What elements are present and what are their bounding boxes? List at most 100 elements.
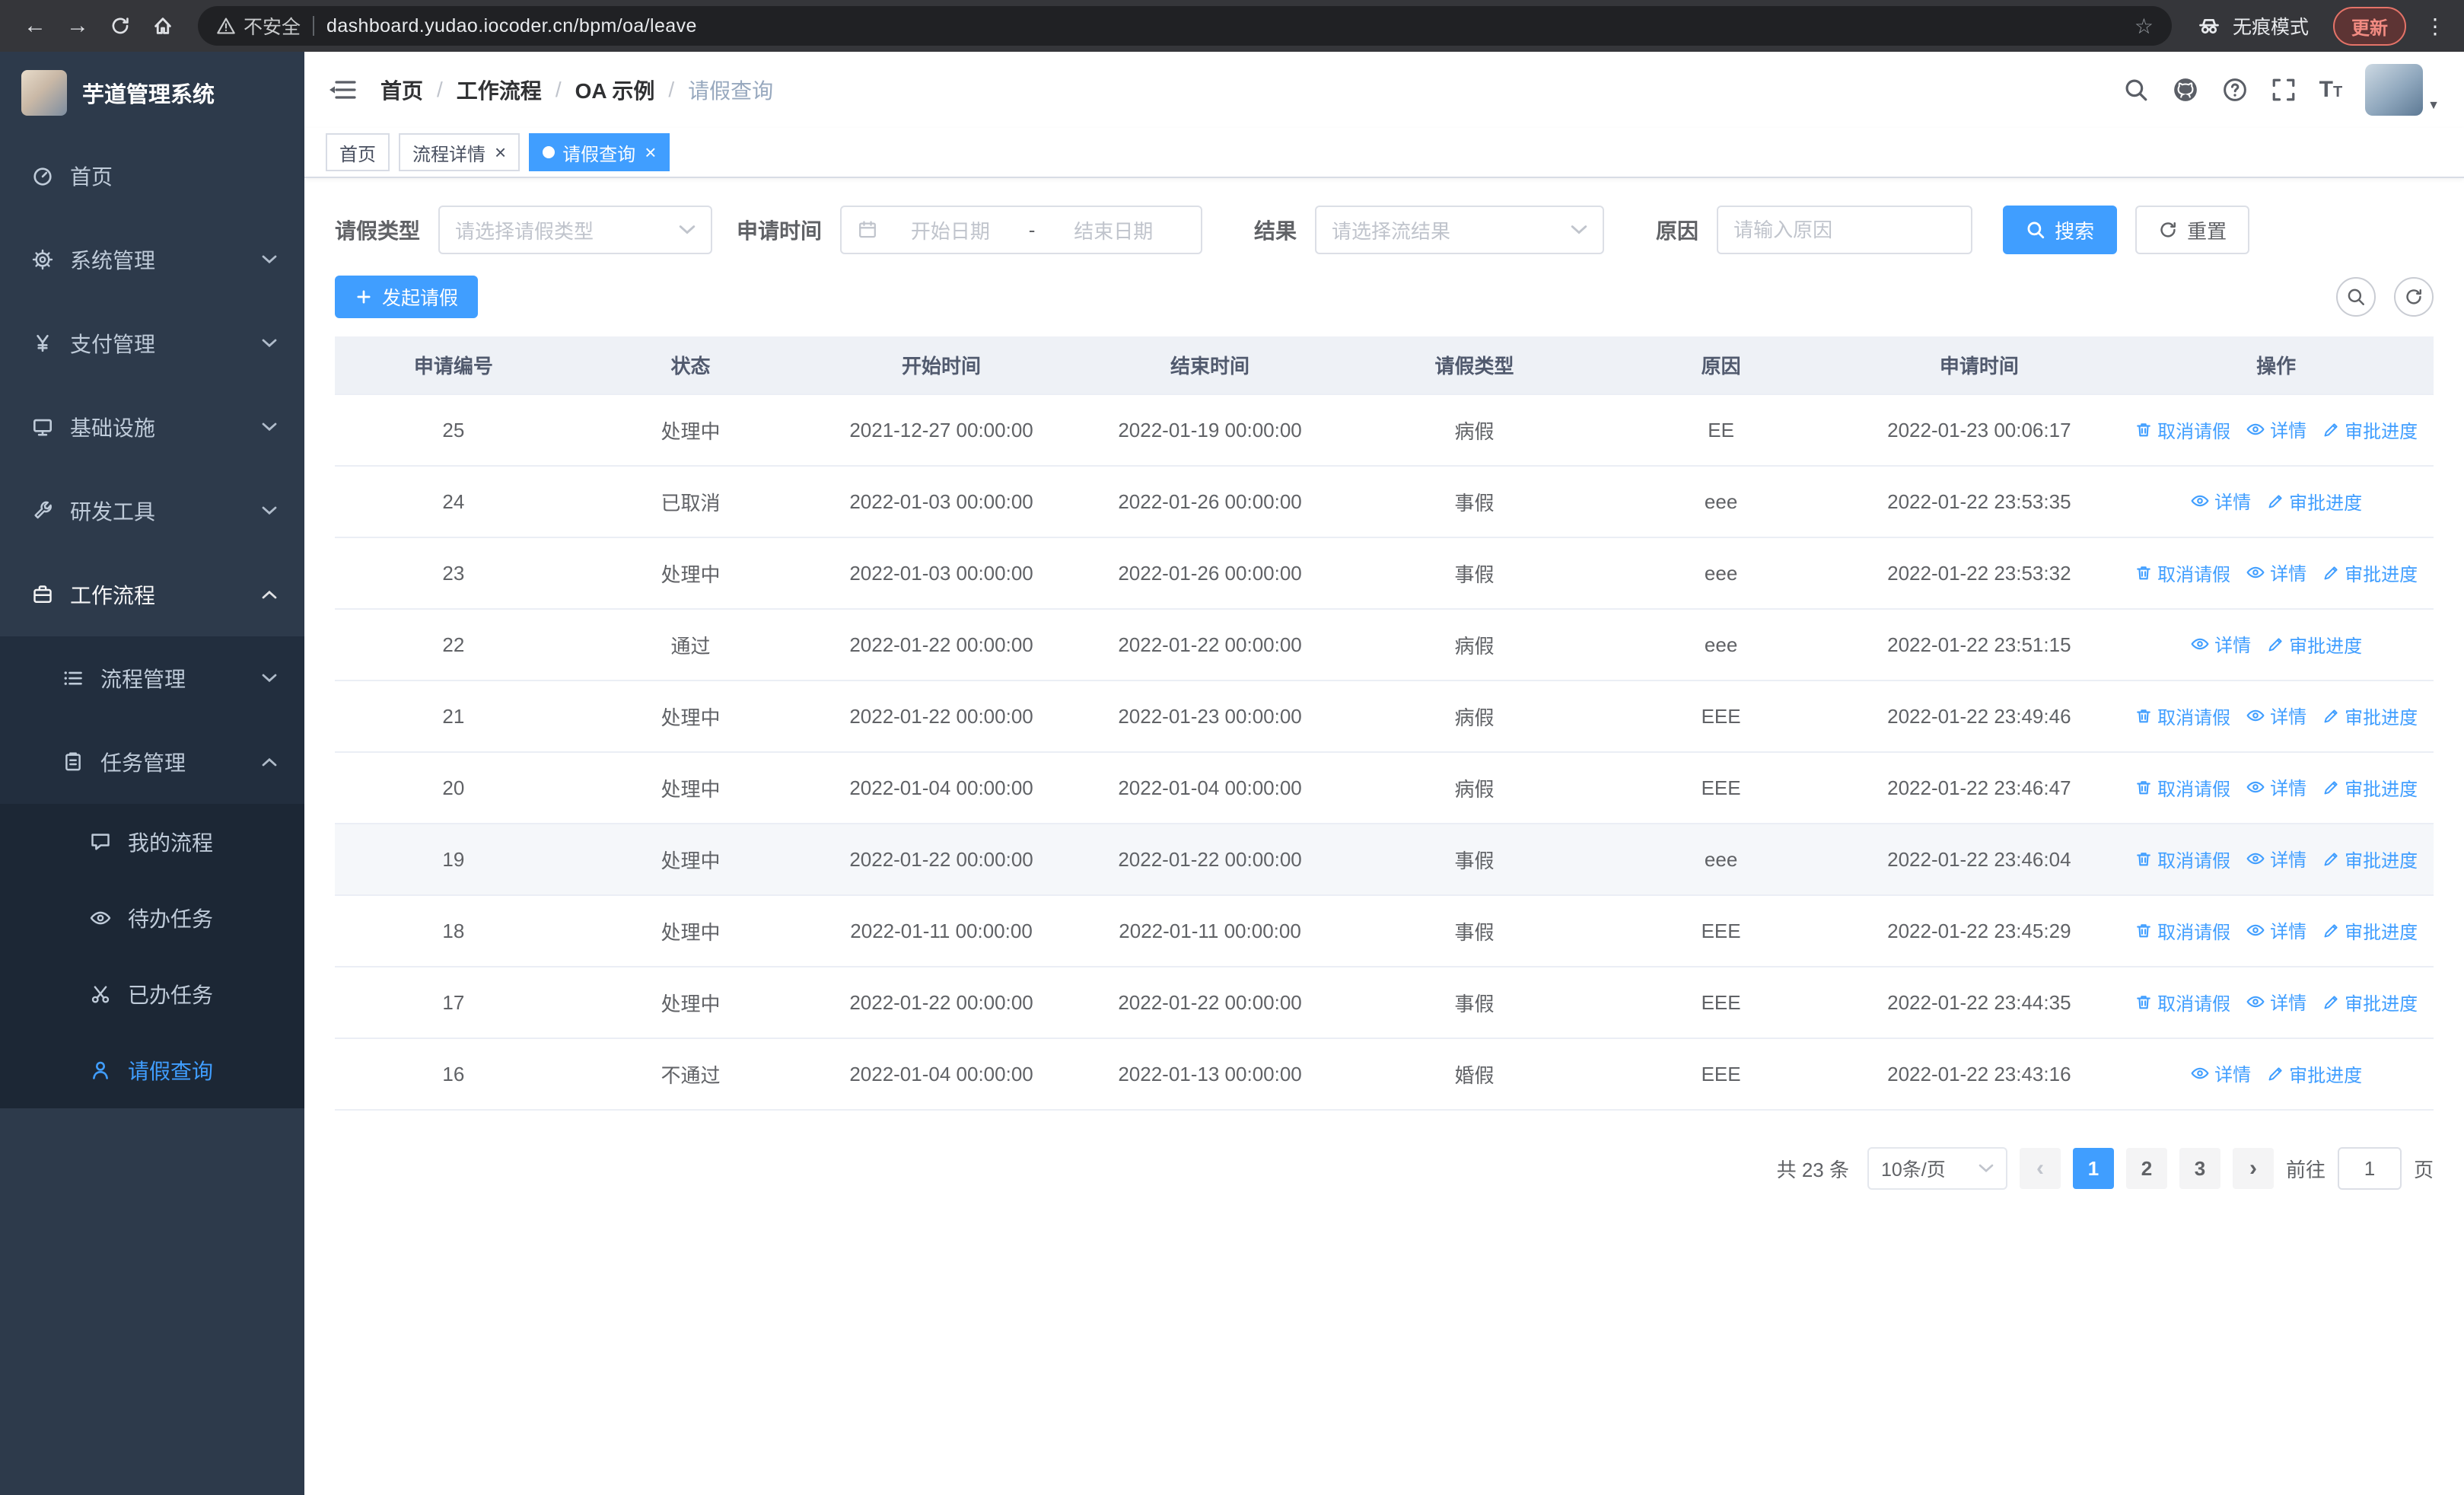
approval-progress-link[interactable]: 审批进度 (2266, 1060, 2362, 1087)
approval-progress-link[interactable]: 审批进度 (2322, 559, 2418, 586)
detail-link[interactable]: 详情 (2246, 845, 2306, 872)
cancel-leave-link[interactable]: 取消请假 (2135, 989, 2230, 1015)
home-icon (154, 18, 171, 34)
fullscreen-icon[interactable] (2271, 77, 2297, 103)
security-status[interactable]: 不安全 (216, 12, 301, 40)
create-leave-button[interactable]: 发起请假 (335, 276, 479, 318)
detail-link[interactable]: 详情 (2246, 773, 2306, 800)
detail-link[interactable]: 详情 (2190, 1060, 2251, 1086)
help-icon[interactable] (2222, 77, 2248, 103)
sidebar-item-done-tasks[interactable]: 已办任务 (0, 956, 304, 1032)
toggle-search-button[interactable] (2336, 277, 2376, 317)
update-button[interactable]: 更新 (2333, 6, 2406, 46)
search-icon[interactable] (2123, 77, 2149, 103)
collapse-sidebar-button[interactable] (329, 78, 356, 101)
page-size-select[interactable]: 10条/页 (1867, 1147, 2007, 1190)
sidebar-item-todo-tasks[interactable]: 待办任务 (0, 880, 304, 956)
plus-icon (355, 288, 373, 306)
breadcrumb-separator: / (437, 78, 443, 101)
sidebar-item-leave-query[interactable]: 请假查询 (0, 1032, 304, 1108)
reset-button[interactable]: 重置 (2135, 206, 2250, 254)
forward-button[interactable]: → (58, 6, 97, 46)
breadcrumb-item[interactable]: 工作流程 (457, 75, 542, 105)
cell-status: 处理中 (571, 824, 810, 896)
sidebar-item-my-process[interactable]: 我的流程 (0, 804, 304, 880)
cell-actions: 取消请假 详情 审批进度 (2119, 967, 2434, 1039)
approval-progress-link[interactable]: 审批进度 (2322, 416, 2418, 443)
cell-end-time: 2022-01-22 00:00:00 (1073, 824, 1347, 896)
detail-link[interactable]: 详情 (2246, 916, 2306, 943)
incognito-badge: 无痕模式 (2187, 12, 2318, 40)
approval-progress-link[interactable]: 审批进度 (2322, 774, 2418, 801)
back-button[interactable]: ← (15, 6, 55, 46)
page-button-3[interactable]: 3 (2179, 1148, 2220, 1189)
bookmark-star-icon[interactable]: ☆ (2135, 14, 2154, 39)
close-icon[interactable]: × (495, 142, 506, 162)
detail-link[interactable]: 详情 (2246, 559, 2306, 585)
sidebar-item-process-management[interactable]: 流程管理 (0, 636, 304, 720)
leave-type-select[interactable]: 请选择请假类型 (438, 206, 713, 254)
breadcrumb-item[interactable]: 首页 (380, 75, 423, 105)
cell-end-time: 2022-01-22 00:00:00 (1073, 609, 1347, 681)
font-size-icon[interactable]: TT (2319, 78, 2343, 101)
result-select[interactable]: 请选择流结果 (1315, 206, 1605, 254)
sidebar-item-label: 已办任务 (128, 983, 214, 1007)
cancel-leave-link[interactable]: 取消请假 (2135, 703, 2230, 729)
tag-process-detail[interactable]: 流程详情 × (399, 133, 520, 171)
user-menu[interactable]: ▼ (2365, 64, 2440, 116)
apply-time-range-picker[interactable]: 开始日期 - 结束日期 (840, 206, 1203, 254)
breadcrumb-item[interactable]: OA 示例 (575, 75, 655, 105)
tag-home[interactable]: 首页 (326, 133, 390, 171)
page-button-2[interactable]: 2 (2125, 1148, 2167, 1189)
cancel-leave-link[interactable]: 取消请假 (2135, 917, 2230, 944)
cancel-leave-link[interactable]: 取消请假 (2135, 559, 2230, 586)
next-page-button[interactable]: › (2232, 1148, 2274, 1189)
search-button[interactable]: 搜索 (2003, 206, 2118, 254)
approval-progress-link[interactable]: 审批进度 (2322, 989, 2418, 1015)
address-bar[interactable]: 不安全 dashboard.yudao.iocoder.cn/bpm/oa/le… (198, 6, 2172, 46)
home-button[interactable] (143, 6, 183, 46)
hamburger-icon (329, 81, 356, 99)
breadcrumb-separator: / (555, 78, 562, 101)
approval-progress-link[interactable]: 审批进度 (2266, 488, 2362, 515)
reason-input[interactable] (1717, 206, 1973, 254)
eye-icon (2190, 1063, 2210, 1083)
cell-apply-id: 18 (335, 895, 572, 967)
approval-progress-link[interactable]: 审批进度 (2322, 846, 2418, 872)
start-date-placeholder: 开始日期 (910, 219, 990, 243)
detail-link[interactable]: 详情 (2246, 416, 2306, 442)
sidebar-item-task-management[interactable]: 任务管理 (0, 720, 304, 804)
sidebar-item-home[interactable]: 首页 (0, 134, 304, 218)
cell-apply-id: 19 (335, 824, 572, 896)
prev-page-button[interactable]: ‹ (2019, 1148, 2061, 1189)
cell-status: 处理中 (571, 752, 810, 824)
sidebar-item-label: 我的流程 (128, 831, 214, 855)
sidebar-item-payment[interactable]: 支付管理 (0, 301, 304, 385)
detail-link[interactable]: 详情 (2190, 630, 2251, 657)
cancel-leave-link[interactable]: 取消请假 (2135, 416, 2230, 443)
sidebar-item-system[interactable]: 系统管理 (0, 218, 304, 301)
detail-link[interactable]: 详情 (2190, 487, 2251, 514)
cancel-leave-link[interactable]: 取消请假 (2135, 846, 2230, 872)
close-icon[interactable]: × (645, 142, 656, 162)
sidebar-item-infrastructure[interactable]: 基础设施 (0, 385, 304, 469)
browser-menu-icon[interactable]: ⋮ (2421, 14, 2449, 39)
goto-page-input[interactable] (2337, 1147, 2402, 1190)
detail-link[interactable]: 详情 (2246, 702, 2306, 728)
sidebar-item-devtools[interactable]: 研发工具 (0, 469, 304, 553)
reload-button[interactable] (100, 6, 140, 46)
approval-progress-link[interactable]: 审批进度 (2322, 917, 2418, 944)
tag-label: 请假查询 (562, 144, 636, 165)
refresh-table-button[interactable] (2394, 277, 2434, 317)
app-logo[interactable]: 芋道管理系统 (0, 52, 304, 134)
cancel-leave-link[interactable]: 取消请假 (2135, 774, 2230, 801)
approval-progress-link[interactable]: 审批进度 (2322, 703, 2418, 729)
sidebar-item-workflow[interactable]: 工作流程 (0, 553, 304, 636)
user-avatar[interactable] (2365, 64, 2424, 116)
tag-leave-query[interactable]: 请假查询 × (529, 133, 670, 171)
approval-progress-link[interactable]: 审批进度 (2266, 631, 2362, 658)
detail-link[interactable]: 详情 (2246, 988, 2306, 1015)
cell-status: 处理中 (571, 537, 810, 610)
github-icon[interactable] (2172, 76, 2199, 104)
page-button-1[interactable]: 1 (2072, 1148, 2114, 1189)
